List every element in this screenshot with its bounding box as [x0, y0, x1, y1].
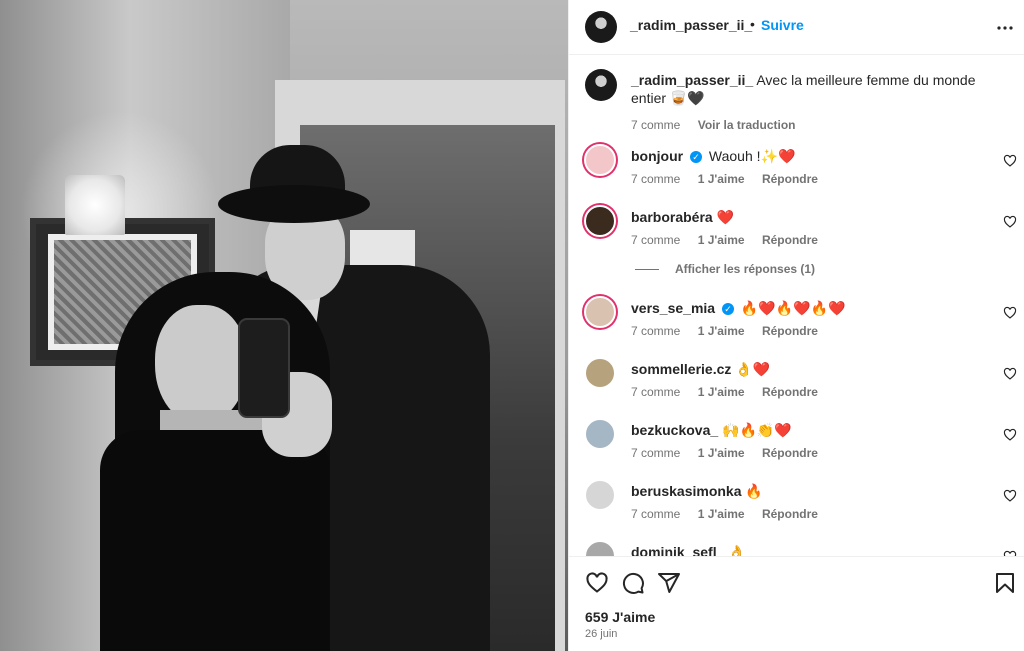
comments-list[interactable]: _radim_passer_ii_ Avec la meilleure femm…: [569, 56, 1024, 556]
comment-text: 👌: [728, 544, 746, 556]
comment-username[interactable]: barborabéra: [631, 209, 713, 225]
comment-likes[interactable]: 1 J'aime: [698, 507, 745, 521]
comment-avatar[interactable]: [584, 205, 616, 237]
comment-avatar[interactable]: [584, 357, 616, 389]
send-paper-plane-icon[interactable]: [657, 571, 681, 595]
comment-text: 🙌🔥👏❤️: [722, 422, 792, 438]
comment-item: bonjour ✓ Waouh !✨❤️ 7 comme 1 J'aime Ré…: [569, 144, 1024, 204]
heart-outline-icon[interactable]: [585, 571, 609, 595]
verified-badge-icon: ✓: [721, 303, 734, 315]
caption-meta: 7 comme Voir la traduction: [631, 116, 1011, 134]
photo-phone: [238, 318, 290, 418]
comment-like-heart-icon[interactable]: [1003, 306, 1017, 320]
comment-time: 7 comme: [631, 172, 681, 186]
reply-button[interactable]: Répondre: [762, 385, 818, 399]
comment-line: bonjour ✓ Waouh !✨❤️: [631, 148, 795, 165]
reply-button[interactable]: Répondre: [762, 324, 818, 338]
comment-item: beruskasimonka 🔥 7 comme 1 J'aime Répond…: [569, 479, 1024, 539]
comment-line: bezkuckova_ 🙌🔥👏❤️: [631, 422, 792, 439]
caption-avatar[interactable]: [585, 69, 617, 101]
photo-hat-brim: [218, 185, 370, 223]
comment-line: barborabéra ❤️: [631, 209, 734, 226]
post-header: _radim_passer_ii_ • Suivre: [569, 0, 1024, 55]
comment-like-heart-icon[interactable]: [1003, 215, 1017, 229]
comment-line: dominik_sefl_ 👌: [631, 544, 746, 556]
comment-likes[interactable]: 1 J'aime: [698, 324, 745, 338]
comment-likes[interactable]: 1 J'aime: [698, 385, 745, 399]
comment-time: 7 comme: [631, 324, 681, 338]
photo-woman-face: [155, 305, 247, 425]
comment-text: 🔥: [745, 483, 763, 499]
comment-username[interactable]: dominik_sefl_: [631, 544, 724, 556]
comment-username[interactable]: bonjour: [631, 148, 683, 164]
verified-badge-icon: ✓: [690, 151, 702, 163]
comment-likes[interactable]: 1 J'aime: [698, 172, 745, 186]
caption-text-block: _radim_passer_ii_ Avec la meilleure femm…: [631, 71, 1011, 134]
comment-avatar[interactable]: [584, 479, 616, 511]
more-horizontal-icon[interactable]: [993, 16, 1017, 40]
caption-time: 7 comme: [631, 118, 681, 132]
header-separator: •: [750, 16, 755, 32]
comment-like-heart-icon[interactable]: [1003, 489, 1017, 503]
author-username[interactable]: _radim_passer_ii_: [630, 17, 752, 33]
comment-item: sommellerie.cz 👌❤️ 7 comme 1 J'aime Répo…: [569, 357, 1024, 417]
comment-item: bezkuckova_ 🙌🔥👏❤️ 7 comme 1 J'aime Répon…: [569, 418, 1024, 478]
show-replies-button[interactable]: Afficher les réponses (1): [635, 262, 815, 276]
comment-likes[interactable]: 1 J'aime: [698, 446, 745, 460]
author-avatar[interactable]: [585, 11, 617, 43]
comment-line: vers_se_mia ✓ 🔥❤️🔥❤️🔥❤️: [631, 300, 845, 317]
bookmark-icon[interactable]: [993, 571, 1017, 595]
comment-like-heart-icon[interactable]: [1003, 154, 1017, 168]
comment-text: 🔥❤️🔥❤️🔥❤️: [740, 300, 846, 316]
photo-wall-lamp: [65, 175, 125, 235]
comment-meta: 7 comme 1 J'aime Répondre: [631, 233, 832, 247]
reply-button[interactable]: Répondre: [762, 446, 818, 460]
comment-time: 7 comme: [631, 385, 681, 399]
comment-time: 7 comme: [631, 233, 681, 247]
post-actions-footer: 659 J'aime 26 juin: [569, 556, 1024, 651]
reply-button[interactable]: Répondre: [762, 233, 818, 247]
comment-meta: 7 comme 1 J'aime Répondre: [631, 324, 832, 338]
caption-username[interactable]: _radim_passer_ii_: [631, 72, 753, 88]
post-side-panel: _radim_passer_ii_ • Suivre _radim_passer…: [568, 0, 1024, 651]
comment-like-heart-icon[interactable]: [1003, 428, 1017, 442]
comment-meta: 7 comme 1 J'aime Répondre: [631, 385, 832, 399]
comment-avatar[interactable]: [584, 296, 616, 328]
reply-button[interactable]: Répondre: [762, 172, 818, 186]
post-date: 26 juin: [585, 628, 618, 640]
comment-text: Waouh !✨❤️: [708, 148, 796, 164]
comment-time: 7 comme: [631, 446, 681, 460]
comment-item: dominik_sefl_ 👌: [569, 540, 1024, 556]
comment-item: barborabéra ❤️ 7 comme 1 J'aime Répondre: [569, 205, 1024, 265]
comment-username[interactable]: sommellerie.cz: [631, 361, 731, 377]
comment-avatar[interactable]: [584, 418, 616, 450]
reply-button[interactable]: Répondre: [762, 507, 818, 521]
comment-line: sommellerie.cz 👌❤️: [631, 361, 770, 378]
comment-text: 👌❤️: [735, 361, 771, 377]
comment-text: ❤️: [716, 209, 735, 225]
photo-woman-dress: [100, 430, 330, 651]
comment-username[interactable]: vers_se_mia: [631, 300, 715, 316]
comment-meta: 7 comme 1 J'aime Répondre: [631, 507, 832, 521]
comment-username[interactable]: bezkuckova_: [631, 422, 718, 438]
comment-username[interactable]: beruskasimonka: [631, 483, 742, 499]
see-translation-link[interactable]: Voir la traduction: [698, 118, 796, 132]
comment-time: 7 comme: [631, 507, 681, 521]
comment-meta: 7 comme 1 J'aime Répondre: [631, 446, 832, 460]
follow-button[interactable]: Suivre: [761, 17, 804, 33]
post-photo[interactable]: [0, 0, 568, 651]
comment-avatar[interactable]: [584, 540, 616, 556]
comment-meta: 7 comme 1 J'aime Répondre: [631, 172, 832, 186]
likes-count[interactable]: 659 J'aime: [585, 609, 655, 625]
comment-item: vers_se_mia ✓ 🔥❤️🔥❤️🔥❤️ 7 comme 1 J'aime…: [569, 296, 1024, 356]
comment-likes[interactable]: 1 J'aime: [698, 233, 745, 247]
comment-like-heart-icon[interactable]: [1003, 367, 1017, 381]
comment-line: beruskasimonka 🔥: [631, 483, 763, 500]
comment-bubble-icon[interactable]: [621, 571, 645, 595]
comment-avatar[interactable]: [584, 144, 616, 176]
